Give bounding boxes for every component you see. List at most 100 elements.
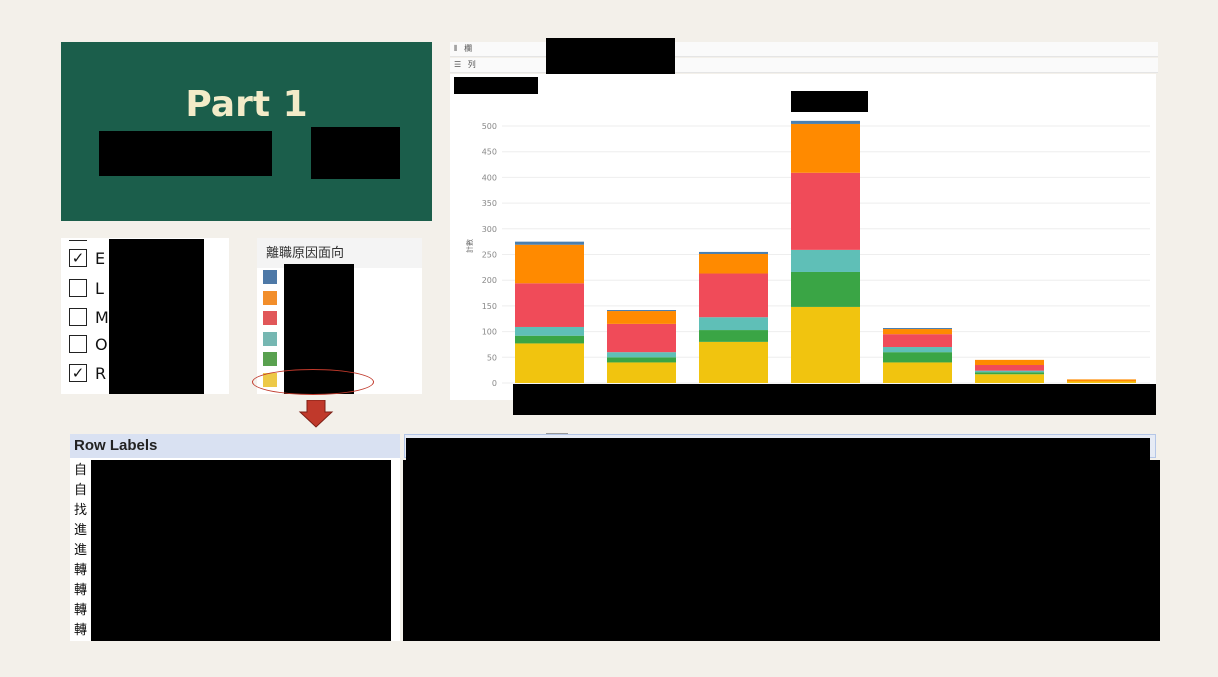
bar-segment[interactable] [791, 271, 860, 307]
bar-segment[interactable] [515, 326, 584, 336]
bar-segment[interactable] [607, 311, 676, 324]
stacked-bar-chart: 0 50 100 150 200 250 300 350 400 450 500 計數 [450, 74, 1156, 400]
bar-segment[interactable] [515, 241, 584, 245]
bar-segment[interactable] [515, 335, 584, 344]
bar-segment[interactable] [883, 329, 952, 335]
checkbox-item[interactable]: ✓ E [69, 247, 105, 269]
bar-segment[interactable] [791, 306, 860, 383]
checkbox[interactable] [69, 279, 87, 297]
bar-segment[interactable] [883, 362, 952, 383]
checkbox-item[interactable]: ✓ R [69, 362, 106, 384]
divider [546, 433, 568, 434]
y-tick-label: 250 [482, 251, 497, 260]
bar-segment[interactable] [975, 365, 1044, 371]
rows-shelf-label: 列 [467, 60, 476, 69]
bar-segment[interactable] [975, 359, 1044, 366]
y-tick-label: 300 [482, 225, 497, 234]
pivot-row-label[interactable]: 自 [74, 459, 87, 478]
y-tick-label: 0 [492, 379, 497, 388]
redacted-block [403, 460, 1160, 641]
pivot-row-label[interactable]: 轉 [74, 599, 87, 618]
redacted-block [311, 127, 400, 179]
checkbox-label: L [95, 278, 104, 298]
legend-swatch[interactable] [263, 311, 277, 325]
bar-segment[interactable] [699, 317, 768, 331]
checkbox-label: E [95, 248, 106, 268]
checkbox[interactable] [69, 308, 87, 326]
checkbox[interactable] [69, 335, 87, 353]
bar-segment[interactable] [791, 123, 860, 173]
checkbox-item[interactable]: O [69, 333, 108, 355]
bar-segment[interactable] [883, 347, 952, 353]
y-tick-label: 200 [482, 276, 497, 285]
y-tick-label: 50 [487, 353, 497, 362]
columns-icon: ⦀ [454, 44, 458, 53]
legend-swatch[interactable] [263, 332, 277, 346]
legend-swatch[interactable] [263, 352, 277, 366]
bar-segment[interactable] [699, 341, 768, 383]
redacted-block [791, 91, 868, 112]
checkbox-label: M [95, 307, 109, 327]
legend-swatch[interactable] [263, 291, 277, 305]
bar-segment[interactable] [699, 253, 768, 274]
pivot-row-label[interactable]: 找 [74, 499, 87, 518]
title-heading: Part 1 [185, 84, 308, 125]
check-icon: ✓ [71, 248, 85, 267]
bar-segment[interactable] [975, 370, 1044, 373]
bar-segment[interactable] [1067, 381, 1136, 383]
redacted-block [91, 460, 391, 641]
bar-segment[interactable] [607, 323, 676, 353]
title-card: Part 1 * [61, 42, 432, 221]
y-tick-label: 100 [482, 328, 497, 337]
bar-segment[interactable] [515, 343, 584, 383]
highlight-ellipse [252, 369, 374, 395]
pivot-row-label[interactable]: 轉 [74, 619, 87, 638]
bar-segment[interactable] [515, 283, 584, 327]
bar-segment[interactable] [607, 352, 676, 358]
bar-segment[interactable] [515, 244, 584, 284]
bar-segment[interactable] [791, 172, 860, 250]
checkbox[interactable]: ✓ [69, 364, 87, 382]
legend-swatch[interactable] [263, 270, 277, 284]
pivot-row-label[interactable]: 自 [74, 479, 87, 498]
check-icon: ✓ [71, 363, 85, 382]
redacted-block [99, 131, 272, 176]
bar-segment[interactable] [975, 374, 1044, 383]
filter-checkbox-list: ✓ E L M O ✓ R [61, 238, 229, 394]
bar-segment[interactable] [607, 362, 676, 383]
redacted-block [546, 38, 675, 75]
redacted-block [513, 384, 1156, 415]
row-labels-header: Row Labels [74, 437, 158, 454]
chart-canvas: 0 50 100 150 200 250 300 350 400 450 500 計數 [465, 120, 1150, 388]
bar-segment[interactable] [975, 372, 1044, 375]
pivot-row-label[interactable]: 轉 [74, 559, 87, 578]
pivot-row-label[interactable]: 進 [74, 519, 87, 538]
redacted-block [109, 239, 204, 394]
pivot-header: Row Labels ▼ [70, 434, 467, 459]
y-tick-label: 450 [482, 148, 497, 157]
bar-segment[interactable] [791, 120, 860, 124]
bar-segment[interactable] [699, 251, 768, 254]
bar-segment[interactable] [791, 249, 860, 272]
checkbox-item[interactable]: L [69, 277, 104, 299]
checkbox-item[interactable]: M [69, 306, 109, 328]
y-tick-label: 500 [482, 122, 497, 131]
bar-segment[interactable] [883, 352, 952, 363]
bar-segment[interactable] [607, 310, 676, 312]
checkbox[interactable]: ✓ [69, 249, 87, 267]
checkbox-label: R [95, 363, 107, 383]
bar-segment[interactable] [699, 273, 768, 318]
y-tick-label: 400 [482, 173, 497, 182]
y-axis-label: 計數 [465, 239, 474, 253]
pivot-row-label[interactable]: 轉 [74, 579, 87, 598]
bar-segment[interactable] [883, 328, 952, 330]
pivot-row-label[interactable]: 進 [74, 539, 87, 558]
columns-shelf-label: 欄 [464, 44, 473, 53]
bar-segment[interactable] [883, 334, 952, 348]
bar-segment[interactable] [1067, 379, 1136, 382]
bar-segment[interactable] [699, 330, 768, 342]
checkbox-label: O [95, 334, 108, 354]
down-arrow-icon [298, 400, 334, 428]
bar-segment[interactable] [607, 357, 676, 363]
y-tick-label: 350 [482, 199, 497, 208]
